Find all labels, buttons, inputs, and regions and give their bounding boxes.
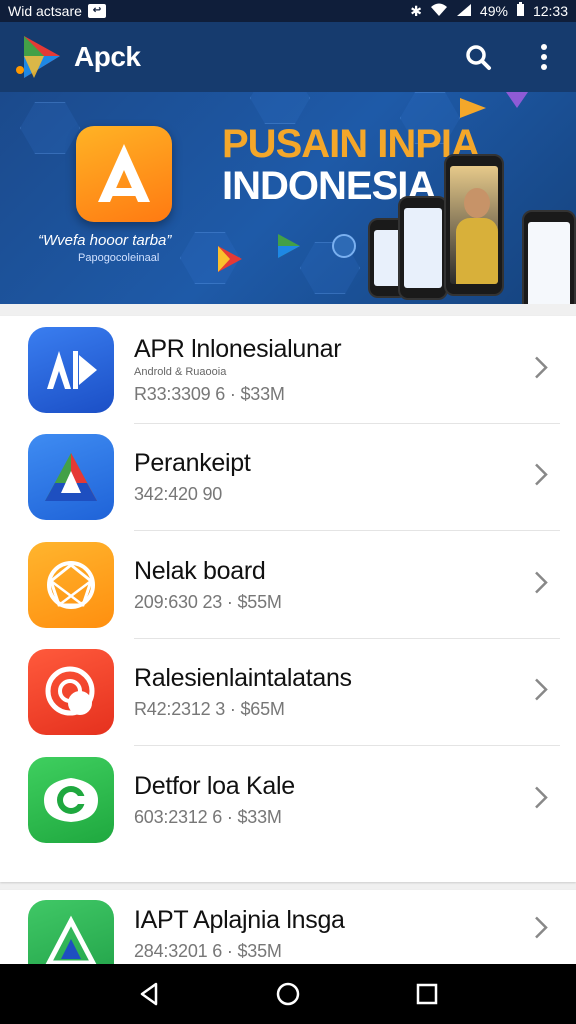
app-name: Ralesienlaintalatans — [134, 664, 352, 693]
app-meta: R33:3309 6 · $33M — [134, 383, 285, 404]
app-icon — [28, 900, 114, 970]
chevron-right-icon — [534, 916, 548, 945]
globe-icon — [332, 234, 356, 258]
wifi-icon — [430, 3, 448, 20]
play-store-icon — [274, 232, 302, 265]
app-name: Perankeipt — [134, 449, 251, 478]
app-name: IAPT Aplajnia lnsga — [134, 906, 345, 934]
notification-icon: ↩ — [87, 4, 106, 18]
signal-icon — [456, 3, 472, 20]
chevron-right-icon — [534, 463, 548, 492]
chevron-right-icon — [534, 570, 548, 599]
app-icon — [28, 326, 114, 413]
search-icon[interactable] — [460, 39, 496, 75]
triangle-decoration-icon — [506, 92, 528, 113]
triangle-decoration-icon — [458, 96, 488, 125]
app-name: APR lnlonesialunar — [134, 334, 342, 363]
hexagon-decoration — [250, 92, 310, 124]
list-item[interactable]: Nelak board 209:630 23 · $55M — [0, 531, 576, 639]
system-nav-bar — [0, 964, 576, 1024]
battery-icon — [516, 2, 525, 20]
hexagon-decoration — [20, 102, 80, 154]
status-bar: Wid actsare ↩ ✱ 49% 12:33 — [0, 0, 576, 22]
list-item[interactable]: IAPT Aplajnia lnsga 284:3201 6 · $35M — [0, 890, 576, 970]
app-logo-icon — [14, 32, 64, 82]
home-icon[interactable] — [266, 972, 310, 1016]
recents-icon[interactable] — [405, 972, 449, 1016]
app-icon — [28, 434, 114, 521]
app-developer: Androld & Ruaooia — [134, 365, 227, 378]
bluetooth-icon: ✱ — [410, 2, 422, 19]
play-icon — [216, 244, 244, 279]
chevron-right-icon — [534, 678, 548, 707]
promo-banner[interactable]: PUSAIN INPIA INDONESIA “Wvefa hooor tarb… — [0, 92, 576, 304]
app-meta: 209:630 23 · $55M — [134, 591, 282, 612]
app-meta: 284:3201 6 · $35M — [134, 941, 282, 961]
app-title: Apck — [74, 41, 141, 72]
phone-mockup — [398, 196, 448, 300]
app-icon — [28, 649, 114, 736]
banner-caption: Papogocoleinaal — [78, 252, 160, 264]
banner-app-icon — [76, 126, 172, 222]
clock: 12:33 — [532, 3, 568, 19]
app-bar: Apck — [0, 22, 576, 92]
app-list: APR lnlonesialunar Androld & Ruaooia R33… — [0, 316, 576, 882]
more-options-icon[interactable] — [526, 39, 562, 75]
phone-mockup — [522, 210, 576, 304]
list-item[interactable]: APR lnlonesialunar Androld & Ruaooia R33… — [0, 316, 576, 424]
person-avatar — [464, 188, 490, 218]
back-icon[interactable] — [127, 972, 171, 1016]
app-icon — [28, 541, 114, 628]
list-item[interactable]: Perankeipt 342:420 90 — [0, 424, 576, 531]
banner-headline: PUSAIN INPIA — [222, 122, 480, 166]
app-name: Nelak board — [134, 556, 266, 585]
list-item[interactable]: Ralesienlaintalatans R42:2312 3 · $65M — [0, 639, 576, 746]
app-name: Detfor loa Kale — [134, 771, 295, 800]
carrier-label: Wid actsare — [8, 3, 82, 19]
phone-mockup-featured — [444, 154, 504, 296]
app-meta: 603:2312 6 · $33M — [134, 806, 282, 827]
banner-tagline: “Wvefa hooor tarba” — [38, 232, 172, 249]
app-meta: R42:2312 3 · $65M — [134, 699, 285, 720]
app-icon — [28, 756, 114, 843]
list-item[interactable]: Detfor loa Kale 603:2312 6 · $33M — [0, 746, 576, 854]
app-meta: 342:420 90 — [134, 484, 223, 505]
chevron-right-icon — [534, 355, 548, 384]
battery-label: 49% — [479, 3, 508, 19]
app-list-secondary: IAPT Aplajnia lnsga 284:3201 6 · $35M — [0, 890, 576, 970]
chevron-right-icon — [534, 785, 548, 814]
